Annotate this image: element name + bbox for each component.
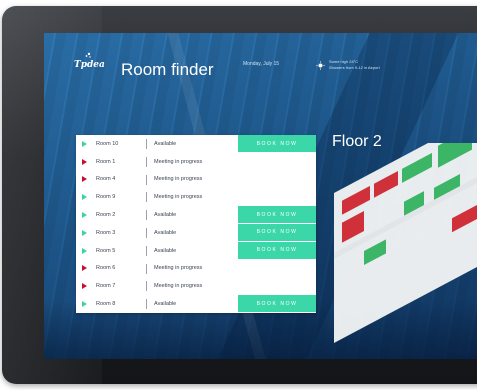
play-flag-icon: [82, 176, 87, 183]
book-now-button[interactable]: BOOK NOW: [238, 206, 316, 224]
brand-logo: Tpdea: [74, 52, 105, 70]
floor-label: Floor 2: [332, 133, 382, 150]
play-flag-icon: [82, 158, 87, 165]
play-flag-icon: [82, 140, 87, 147]
book-now-button[interactable]: BOOK NOW: [238, 295, 316, 313]
column-divider: [146, 174, 147, 185]
room-list: Room 10 Available BOOK NOW Room 1 Meeting in…: [76, 135, 316, 313]
weather-forecast: Some high 24°C Showers from 9-12 in Airp…: [329, 59, 380, 71]
sun-icon: [316, 61, 325, 70]
room-name: Room 8: [96, 301, 116, 308]
column-divider: [146, 192, 147, 203]
room-status: Meeting in progress: [154, 176, 203, 183]
play-flag-icon: [82, 212, 87, 219]
room-status: Meeting in progress: [154, 194, 203, 201]
book-now-button[interactable]: BOOK NOW: [238, 241, 316, 259]
room-status: Meeting in progress: [154, 283, 203, 290]
play-flag-icon: [82, 194, 87, 201]
room-status: Available: [154, 140, 177, 147]
room-name: Room 3: [96, 229, 116, 236]
room-name: Room 5: [96, 247, 116, 254]
device-photo: Tpdea Room finder Monday, July 15 Some h…: [0, 0, 477, 390]
room-name: Room 7: [96, 283, 116, 290]
room-name: Room 4: [96, 176, 116, 183]
room-row[interactable]: Room 10 Available BOOK NOW: [76, 135, 316, 153]
book-now-button[interactable]: BOOK NOW: [238, 223, 316, 241]
brand-logo-text: Tpdea: [74, 60, 105, 70]
room-status: Available: [154, 212, 177, 219]
column-divider: [146, 210, 147, 221]
room-status: Meeting in progress: [154, 265, 203, 272]
column-divider: [146, 139, 147, 149]
room-row[interactable]: Room 2 Available BOOK NOW: [76, 206, 316, 224]
current-date: Monday, July 15: [243, 61, 280, 67]
room-row[interactable]: Room 9 Meeting in progress: [76, 188, 316, 206]
play-flag-icon: [82, 283, 87, 290]
room-row[interactable]: Room 3 Available BOOK NOW: [76, 223, 316, 242]
column-divider: [146, 263, 147, 274]
room-row[interactable]: Room 5 Available BOOK NOW: [76, 241, 316, 260]
room-name: Room 1: [96, 158, 116, 165]
room-row[interactable]: Room 1 Meeting in progress: [76, 153, 316, 171]
play-flag-icon: [82, 301, 87, 308]
column-divider: [146, 227, 147, 238]
room-status: Meeting in progress: [154, 158, 203, 165]
room-name: Room 2: [96, 212, 116, 219]
room-row[interactable]: Room 7 Meeting in progress: [76, 277, 316, 295]
column-divider: [146, 299, 147, 310]
book-now-button[interactable]: BOOK NOW: [238, 135, 316, 152]
play-flag-icon: [82, 265, 87, 272]
play-flag-icon: [82, 247, 87, 254]
column-divider: [146, 281, 147, 292]
column-divider: [146, 245, 147, 256]
floor-plan[interactable]: [324, 143, 477, 343]
weather-line-2: Showers from 9-12 in Airport: [329, 65, 380, 70]
room-status: Available: [154, 229, 177, 236]
room-finder-screen: Tpdea Room finder Monday, July 15 Some h…: [44, 33, 477, 359]
column-divider: [146, 156, 147, 167]
room-status: Available: [154, 247, 177, 254]
room-name: Room 9: [96, 194, 116, 201]
room-row[interactable]: Room 6 Meeting in progress: [76, 260, 316, 278]
room-row[interactable]: Room 8 Available BOOK NOW: [76, 295, 316, 313]
logo-mark-icon: [85, 52, 91, 58]
room-name: Room 10: [96, 140, 119, 147]
room-name: Room 6: [96, 265, 116, 272]
play-flag-icon: [82, 229, 87, 236]
room-row[interactable]: Room 4 Meeting in progress: [76, 171, 316, 189]
page-title: Room finder: [121, 60, 214, 79]
room-status: Available: [154, 301, 177, 308]
